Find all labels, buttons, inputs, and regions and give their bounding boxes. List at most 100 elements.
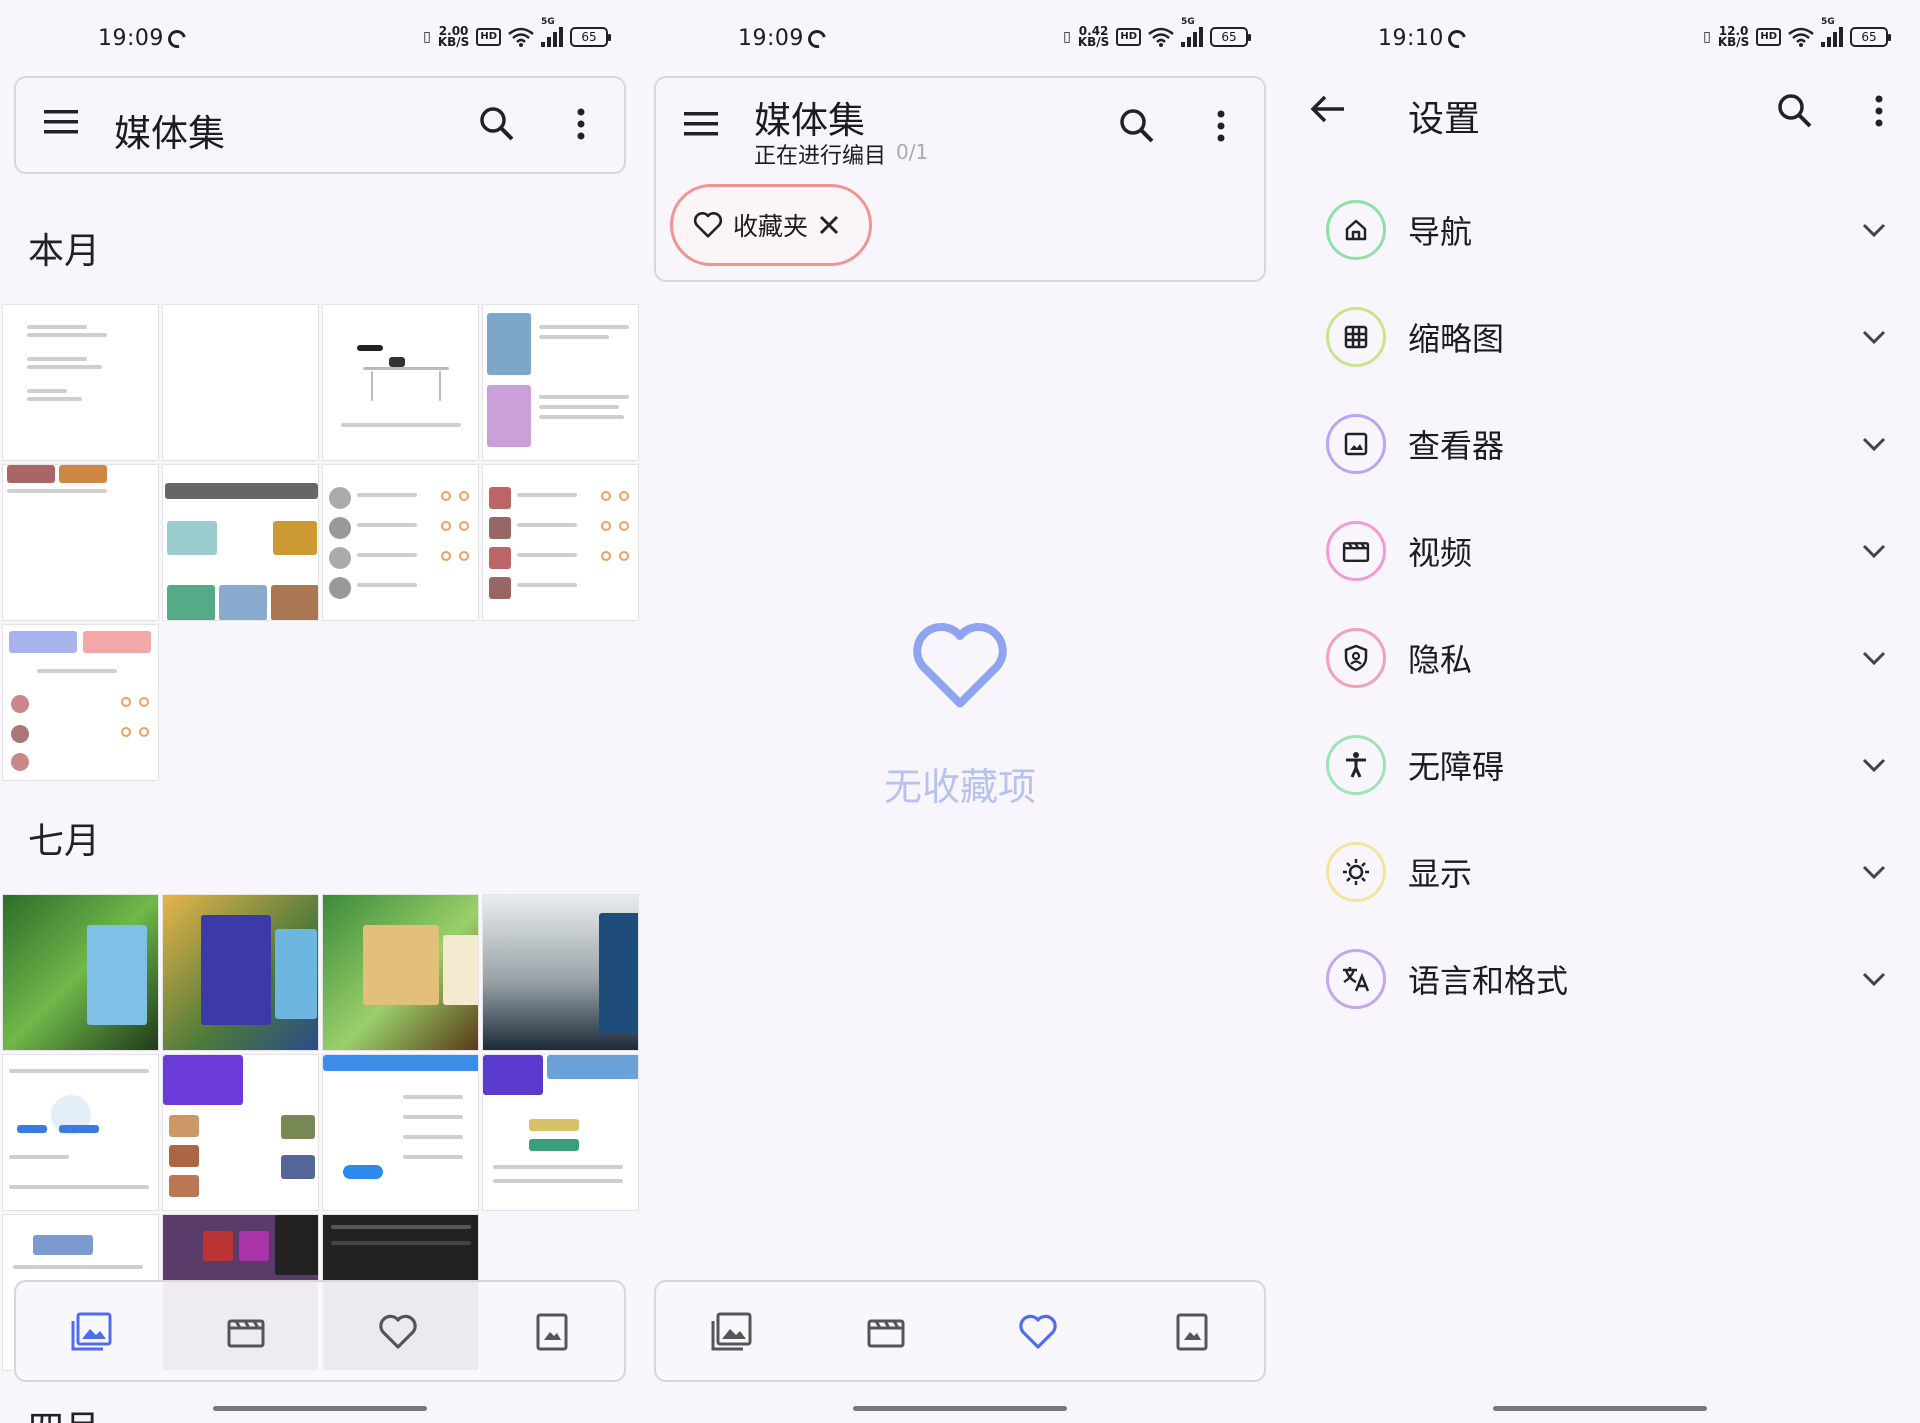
- settings-item-thumbnails[interactable]: 缩略图: [1326, 302, 1886, 372]
- nav-favorites-icon[interactable]: [368, 1302, 428, 1362]
- settings-item-video[interactable]: 视频: [1326, 516, 1886, 586]
- shield-icon: [1326, 628, 1386, 688]
- net-speed-unit: KB/S: [1077, 35, 1110, 49]
- search-icon[interactable]: [1118, 107, 1156, 145]
- media-thumbnail[interactable]: [322, 1054, 479, 1211]
- settings-item-privacy[interactable]: 隐私: [1326, 623, 1886, 693]
- chevron-down-icon[interactable]: [1862, 651, 1886, 665]
- nav-videos-icon[interactable]: [216, 1302, 276, 1362]
- settings-item-navigation[interactable]: 导航: [1326, 195, 1886, 265]
- empty-heart-icon: [913, 623, 1007, 708]
- menu-icon[interactable]: [684, 110, 720, 138]
- page-title: 设置: [1408, 99, 1481, 140]
- home-indicator: [1493, 1406, 1707, 1411]
- battery-icon: 65: [570, 27, 611, 47]
- media-grid-this-month: [2, 304, 639, 781]
- back-arrow-icon[interactable]: [1310, 94, 1346, 124]
- battery-icon: 65: [1210, 27, 1251, 47]
- settings-item-label: 显示: [1408, 855, 1473, 893]
- media-thumbnail[interactable]: [482, 304, 639, 461]
- gallery-screen: 19:09 ▯ 2.00 KB/S HD 5G 65 媒体集 本月 七月: [0, 0, 640, 1423]
- translate-icon: [1326, 949, 1386, 1009]
- more-options-icon[interactable]: [576, 107, 586, 141]
- page-title: 媒体集: [754, 99, 865, 142]
- search-icon[interactable]: [1776, 92, 1814, 130]
- wifi-icon: [1788, 27, 1814, 47]
- chevron-down-icon[interactable]: [1862, 972, 1886, 986]
- accessibility-icon: [1326, 735, 1386, 795]
- status-bar: 19:10 ▯ 12.0 KB/S HD 5G 65: [1280, 0, 1920, 80]
- network-type: 5G: [1181, 17, 1195, 27]
- favorites-filter-chip[interactable]: 收藏夹: [670, 184, 872, 266]
- nav-favorites-icon[interactable]: [1008, 1302, 1068, 1362]
- media-thumbnail[interactable]: [2, 1054, 159, 1211]
- chevron-down-icon[interactable]: [1862, 758, 1886, 772]
- chevron-down-icon[interactable]: [1862, 437, 1886, 451]
- more-options-icon[interactable]: [1216, 109, 1226, 143]
- media-thumbnail[interactable]: [322, 894, 479, 1051]
- status-time: 19:10: [1378, 26, 1444, 51]
- settings-item-label: 语言和格式: [1408, 962, 1569, 1000]
- section-header: 四月: [28, 1400, 100, 1423]
- net-speed-unit: KB/S: [437, 35, 470, 49]
- dnd-icon: [164, 26, 190, 52]
- chevron-down-icon[interactable]: [1862, 544, 1886, 558]
- settings-item-display[interactable]: 显示: [1326, 837, 1886, 907]
- empty-state-text: 无收藏项: [883, 765, 1036, 809]
- nav-albums-icon[interactable]: [522, 1302, 582, 1362]
- battery-level: 65: [581, 30, 597, 44]
- media-thumbnail[interactable]: [482, 464, 639, 621]
- settings-item-accessibility[interactable]: 无障碍: [1326, 730, 1886, 800]
- top-app-bar: 媒体集: [14, 76, 626, 174]
- media-thumbnail[interactable]: [322, 464, 479, 621]
- vibrate-icon: ▯: [423, 29, 431, 45]
- section-header: 七月: [28, 821, 101, 862]
- chevron-down-icon[interactable]: [1862, 223, 1886, 237]
- section-header: 本月: [28, 231, 101, 272]
- media-thumbnail[interactable]: [482, 894, 639, 1051]
- chevron-down-icon[interactable]: [1862, 865, 1886, 879]
- settings-item-language[interactable]: 语言和格式: [1326, 944, 1886, 1014]
- home-indicator: [213, 1406, 427, 1411]
- media-thumbnail[interactable]: [162, 1054, 319, 1211]
- vibrate-icon: ▯: [1063, 29, 1071, 45]
- signal-icon: 5G: [1181, 17, 1203, 47]
- media-thumbnail[interactable]: [162, 894, 319, 1051]
- wifi-icon: [1148, 27, 1174, 47]
- nav-photos-icon[interactable]: [702, 1302, 762, 1362]
- more-options-icon[interactable]: [1874, 94, 1884, 128]
- settings-item-label: 查看器: [1408, 427, 1505, 465]
- signal-icon: 5G: [541, 17, 563, 47]
- media-thumbnail[interactable]: [2, 894, 159, 1051]
- dnd-icon: [1444, 26, 1470, 52]
- vibrate-icon: ▯: [1703, 29, 1711, 45]
- home-icon: [1326, 200, 1386, 260]
- media-thumbnail[interactable]: [322, 304, 479, 461]
- image-icon: [1326, 414, 1386, 474]
- media-thumbnail[interactable]: [2, 464, 159, 621]
- favorites-screen: 19:09 ▯ 0.42 KB/S HD 5G 65 媒体集 正在进行编目 0/1…: [640, 0, 1280, 1423]
- chevron-down-icon[interactable]: [1862, 330, 1886, 344]
- home-indicator: [853, 1406, 1067, 1411]
- movie-icon: [1326, 521, 1386, 581]
- menu-icon[interactable]: [44, 108, 80, 136]
- media-thumbnail[interactable]: [162, 304, 319, 461]
- nav-videos-icon[interactable]: [856, 1302, 916, 1362]
- nav-albums-icon[interactable]: [1162, 1302, 1222, 1362]
- media-thumbnail[interactable]: [482, 1054, 639, 1211]
- media-thumbnail[interactable]: [2, 624, 159, 781]
- close-icon[interactable]: [818, 214, 840, 236]
- media-thumbnail[interactable]: [2, 304, 159, 461]
- settings-item-viewer[interactable]: 查看器: [1326, 409, 1886, 479]
- sun-icon: [1326, 842, 1386, 902]
- status-time: 19:09: [98, 26, 164, 51]
- media-thumbnail[interactable]: [162, 464, 319, 621]
- status-bar: 19:09 ▯ 2.00 KB/S HD 5G 65: [0, 0, 640, 80]
- grid-icon: [1326, 307, 1386, 367]
- hd-icon: HD: [1756, 28, 1781, 46]
- battery-icon: 65: [1850, 27, 1891, 47]
- signal-icon: 5G: [1821, 17, 1843, 47]
- search-icon[interactable]: [478, 105, 516, 143]
- nav-photos-icon[interactable]: [62, 1302, 122, 1362]
- settings-item-label: 隐私: [1408, 641, 1473, 679]
